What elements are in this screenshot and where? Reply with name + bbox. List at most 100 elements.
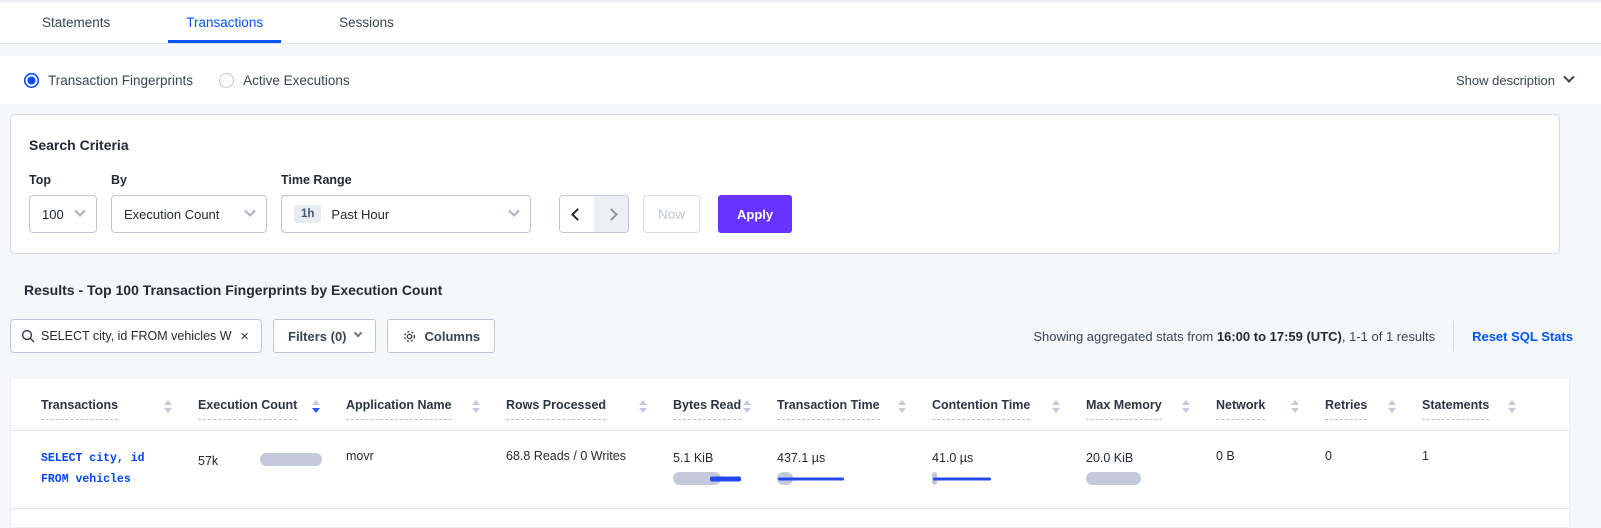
search-box[interactable]: × [10,319,262,353]
chevron-right-icon [605,208,618,221]
transactions-page: Statements Transactions Sessions Transac… [0,0,1601,528]
header-execution-count[interactable]: Execution Count [198,398,346,420]
statements-value: 1 [1422,446,1429,463]
top-field: Top 100 [29,173,97,233]
sort-icon[interactable] [1508,400,1516,413]
execution-count-cell: 57k [198,448,336,468]
sort-icon[interactable] [639,400,647,413]
results-heading: Results - Top 100 Transaction Fingerprin… [24,282,1601,298]
columns-label: Columns [425,329,481,344]
sort-icon[interactable] [164,400,172,413]
by-select[interactable]: Execution Count [111,195,267,233]
header-statements[interactable]: Statements [1422,398,1542,420]
gear-icon [402,329,417,344]
header-application-name[interactable]: Application Name [346,398,506,420]
next-time-button[interactable] [594,196,628,232]
show-description-toggle[interactable]: Show description [1456,73,1573,88]
time-range-field: Time Range 1h Past Hour [281,173,531,233]
view-radio-group: Transaction Fingerprints Active Executio… [24,73,350,88]
contention-time-cell: 41.0 µs [932,448,1076,485]
time-range-label: Time Range [281,173,531,187]
network-value: 0 B [1216,446,1235,463]
header-retries[interactable]: Retries [1325,398,1422,420]
rows-processed-value: 68.8 Reads / 0 Writes [506,446,626,463]
max-memory-value: 20.0 KiB [1086,448,1206,465]
header-bytes-read[interactable]: Bytes Read [673,398,777,420]
header-transaction-time[interactable]: Transaction Time [777,398,932,420]
top-select[interactable]: 100 [29,195,97,233]
radio-label: Active Executions [243,73,350,88]
application-name-value: movr [346,446,374,463]
table-row: SELECT city, id FROM vehicles 57k movr 6… [11,431,1569,509]
chevron-down-icon [244,206,255,217]
radio-unselected-icon [219,73,234,88]
sort-icon[interactable] [898,400,906,413]
table-header-row: Transactions Execution Count Application… [11,384,1569,431]
sort-desc-icon[interactable] [312,400,320,413]
aggregated-stats-text: Showing aggregated stats from 16:00 to 1… [1033,329,1435,344]
sort-icon[interactable] [1388,400,1396,413]
top-tab-bar: Statements Transactions Sessions [0,2,1601,44]
show-description-label: Show description [1456,73,1555,88]
sort-icon[interactable] [1291,400,1299,413]
tab-statements[interactable]: Statements [24,3,128,43]
by-select-value: Execution Count [124,207,219,222]
header-max-memory[interactable]: Max Memory [1086,398,1216,420]
apply-button[interactable]: Apply [718,195,792,233]
radio-transaction-fingerprints[interactable]: Transaction Fingerprints [24,73,193,88]
header-rows-processed[interactable]: Rows Processed [506,398,673,420]
header-transactions[interactable]: Transactions [41,398,198,420]
contention-time-bar [932,472,1002,485]
top-label: Top [29,173,97,187]
by-label: By [111,173,267,187]
chevron-down-icon [1563,72,1574,83]
now-button[interactable]: Now [643,195,700,233]
sort-icon[interactable] [1052,400,1060,413]
clear-search-icon[interactable]: × [238,329,251,344]
time-range-select[interactable]: 1h Past Hour [281,195,531,233]
bytes-read-bar [673,472,743,485]
tab-transactions[interactable]: Transactions [168,3,281,43]
chevron-down-icon [353,329,361,337]
chevron-down-icon [508,206,519,217]
sort-icon[interactable] [472,400,480,413]
execution-count-bar [260,453,330,466]
top-select-value: 100 [42,207,64,222]
filters-label: Filters (0) [288,329,347,344]
tab-sessions[interactable]: Sessions [321,3,412,43]
radio-label: Transaction Fingerprints [48,73,193,88]
sort-icon[interactable] [743,400,751,413]
view-toggle-bar: Transaction Fingerprints Active Executio… [0,56,1601,104]
search-criteria-card: Search Criteria Top 100 By Execution Cou… [10,114,1560,254]
search-criteria-title: Search Criteria [29,137,1541,153]
max-memory-cell: 20.0 KiB [1086,448,1206,485]
columns-button[interactable]: Columns [387,319,496,353]
transaction-time-value: 437.1 µs [777,448,922,465]
header-network[interactable]: Network [1216,398,1325,420]
max-memory-bar [1086,472,1156,485]
previous-time-button[interactable] [560,196,594,232]
retries-value: 0 [1325,446,1332,463]
header-contention-time[interactable]: Contention Time [932,398,1086,420]
filters-button[interactable]: Filters (0) [273,319,376,353]
time-step-buttons [559,195,629,233]
results-table: Transactions Execution Count Application… [10,377,1570,528]
search-input[interactable] [41,329,232,343]
chevron-left-icon [571,208,584,221]
bytes-read-cell: 5.1 KiB [673,448,767,485]
search-icon [21,329,35,343]
contention-time-value: 41.0 µs [932,448,1076,465]
transaction-time-cell: 437.1 µs [777,448,922,485]
search-criteria-controls: Top 100 By Execution Count Time Range 1h [29,173,1541,233]
bytes-read-value: 5.1 KiB [673,448,767,465]
radio-selected-icon [24,73,39,88]
reset-sql-stats-link[interactable]: Reset SQL Stats [1472,329,1573,344]
time-range-badge: 1h [294,205,321,223]
time-range-value: Past Hour [331,207,389,222]
execution-count-value: 57k [198,451,218,468]
radio-active-executions[interactable]: Active Executions [219,73,350,88]
stats-summary: Showing aggregated stats from 16:00 to 1… [1033,321,1573,351]
vertical-divider [1453,321,1454,351]
transaction-fingerprint-link[interactable]: SELECT city, id FROM vehicles [41,448,188,491]
sort-icon[interactable] [1182,400,1190,413]
